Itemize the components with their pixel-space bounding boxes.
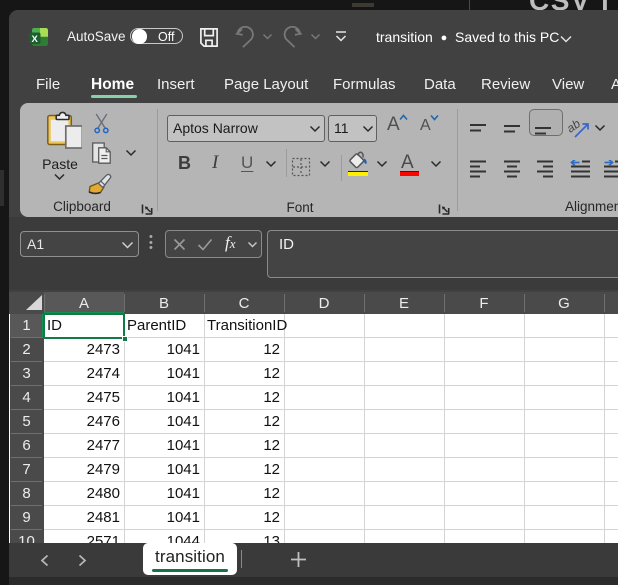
svg-text:X: X	[32, 34, 39, 45]
svg-text:ab: ab	[568, 116, 583, 135]
